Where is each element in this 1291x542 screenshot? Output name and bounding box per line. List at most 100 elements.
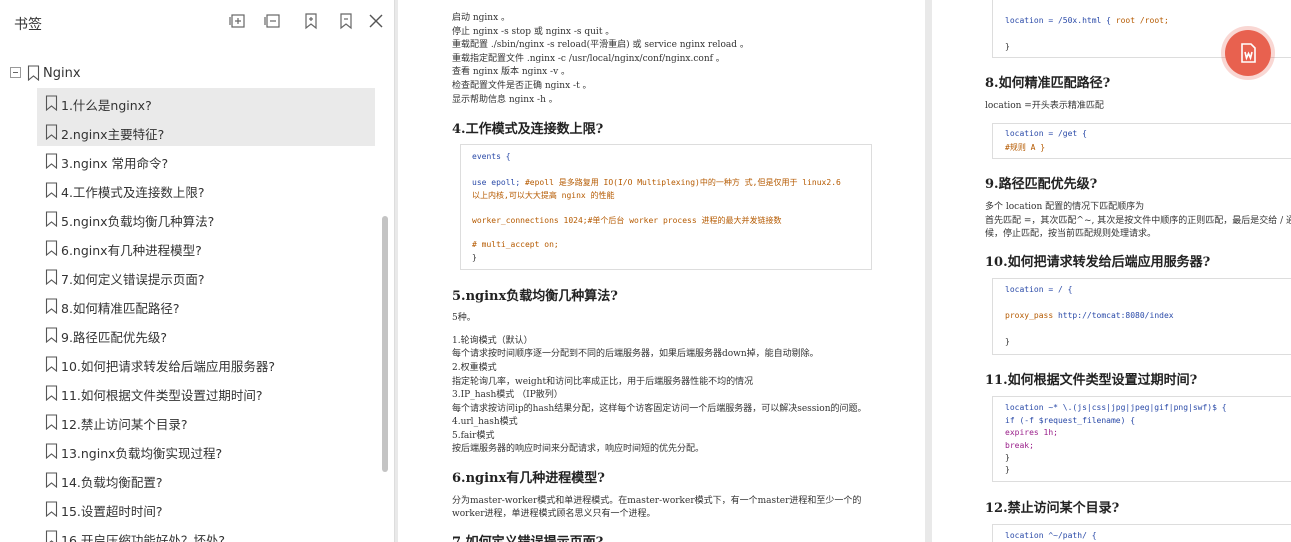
bookmark-icon bbox=[45, 153, 58, 169]
code-block: location ~* \.(js|css|jpg|jpeg|gif|png|s… bbox=[992, 396, 1291, 482]
bookmark-icon bbox=[45, 443, 58, 459]
bookmark-item-label: 9.路径匹配优先级? bbox=[61, 330, 168, 345]
code-line: proxy_pass http://tomcat:8080/index bbox=[1005, 311, 1174, 320]
section-heading: 4.工作模式及连接数上限? bbox=[452, 122, 604, 137]
text-line: 分为master-worker模式和单进程模式。在master-worker模式… bbox=[452, 496, 862, 506]
collapse-all-icon[interactable] bbox=[264, 12, 282, 30]
bookmark-item[interactable]: 7.如何定义错误提示页面? bbox=[37, 262, 375, 291]
tree-root-label: Nginx bbox=[43, 66, 81, 81]
bookmark-icon bbox=[45, 414, 58, 430]
pdf-tool-button[interactable] bbox=[1225, 30, 1271, 76]
code-line: break; bbox=[1005, 441, 1034, 450]
code-line: if (-f $request_filename) { bbox=[1005, 416, 1136, 425]
bookmark-item[interactable]: 14.负载均衡配置? bbox=[37, 465, 375, 494]
bookmark-icon bbox=[27, 65, 40, 81]
section-heading: 10.如何把请求转发给后端应用服务器? bbox=[985, 255, 1211, 270]
bookmark-item[interactable]: 11.如何根据文件类型设置过期时间? bbox=[37, 378, 375, 407]
bookmark-icon bbox=[45, 124, 58, 140]
bookmark-icon bbox=[45, 240, 58, 256]
text-line: 2.权重模式 bbox=[452, 363, 497, 373]
bookmark-icon bbox=[45, 327, 58, 343]
text-line: 3.IP_hash模式 （IP散列） bbox=[452, 390, 563, 400]
bookmark-icon bbox=[45, 472, 58, 488]
bookmark-item-label: 1.什么是nginx? bbox=[61, 98, 152, 113]
bookmark-item[interactable]: 3.nginx 常用命令? bbox=[37, 146, 375, 175]
bookmark-item[interactable]: 16.开启压缩功能好处？坏处? bbox=[37, 523, 375, 542]
code-value: root /root; bbox=[1115, 16, 1169, 25]
bookmark-item[interactable]: 1.什么是nginx? bbox=[37, 88, 375, 117]
code-block: location ^~/path/ { bbox=[992, 524, 1291, 542]
text-line: 重载指定配置文件 .nginx -c /usr/local/nginx/conf… bbox=[452, 54, 725, 64]
add-bookmark-icon[interactable] bbox=[302, 12, 320, 30]
text-line: 每个请求按访问ip的hash结果分配，这样每个访客固定访问一个后端服务器，可以解… bbox=[452, 404, 867, 414]
code-block: location = /get { #规则 A } bbox=[992, 123, 1291, 159]
bookmark-item-label: 14.负载均衡配置? bbox=[61, 475, 163, 490]
bookmark-item[interactable]: 15.设置超时时间? bbox=[37, 494, 375, 523]
text-line: worker进程，单进程模式顾名思义只有一个进程。 bbox=[452, 509, 656, 519]
scrollbar-thumb[interactable] bbox=[382, 216, 388, 472]
bookmark-icon bbox=[45, 530, 58, 542]
bookmark-item[interactable]: 10.如何把请求转发给后端应用服务器? bbox=[37, 349, 375, 378]
code-keyword: use epoll; bbox=[472, 178, 525, 187]
document-page-right: location = /50x.html { root /root; } 8.如… bbox=[932, 0, 1291, 542]
section-heading: 8.如何精准匹配路径? bbox=[985, 76, 1111, 91]
text-line: 首先匹配 =，其次匹配^~, 其次是按文件中顺序的正则匹配，最后是交给 / 通 bbox=[985, 216, 1291, 226]
text-line: 停止 nginx -s stop 或 nginx -s quit 。 bbox=[452, 27, 615, 37]
document-page-left: 启动 nginx 。 停止 nginx -s stop 或 nginx -s q… bbox=[398, 0, 925, 542]
bookmark-icon bbox=[45, 95, 58, 111]
text-line: 查看 nginx 版本 nginx -v 。 bbox=[452, 67, 571, 77]
section-heading: 11.如何根据文件类型设置过期时间? bbox=[985, 373, 1198, 388]
bookmark-item-label: 12.禁止访问某个目录? bbox=[61, 417, 188, 432]
bookmark-item-label: 6.nginx有几种进程模型? bbox=[61, 243, 202, 258]
code-line: } bbox=[1005, 337, 1010, 346]
code-block: location = / { proxy_pass http://tomcat:… bbox=[992, 278, 1291, 355]
text-line: 5.fair模式 bbox=[452, 431, 495, 441]
bookmark-icon bbox=[45, 211, 58, 227]
bookmark-item[interactable]: 13.nginx负载均衡实现过程? bbox=[37, 436, 375, 465]
code-line: location = /50x.html { root /root; bbox=[1005, 16, 1169, 25]
code-line: } bbox=[1005, 453, 1010, 462]
bookmark-item[interactable]: 12.禁止访问某个目录? bbox=[37, 407, 375, 436]
expand-all-icon[interactable] bbox=[229, 12, 247, 30]
bookmark-item-label: 10.如何把请求转发给后端应用服务器? bbox=[61, 359, 276, 374]
bookmark-icon bbox=[45, 501, 58, 517]
text-line: 指定轮询几率，weight和访问比率成正比，用于后端服务器性能不均的情况 bbox=[452, 377, 754, 387]
code-line: location ~* \.(js|css|jpg|jpeg|gif|png|s… bbox=[1005, 403, 1227, 412]
code-line: events { bbox=[472, 152, 511, 161]
bookmark-item[interactable]: 2.nginx主要特征? bbox=[37, 117, 375, 146]
bookmark-list: 1.什么是nginx? 2.nginx主要特征? 3.nginx 常用命令? 4.工作… bbox=[37, 88, 375, 542]
text-line: 重载配置 ./sbin/nginx -s reload(平滑重启) 或 serv… bbox=[452, 40, 749, 50]
code-line: location = / { bbox=[1005, 285, 1073, 294]
code-keyword: worker_connections 1024; bbox=[472, 216, 588, 225]
bookmark-item[interactable]: 4.工作模式及连接数上限? bbox=[37, 175, 375, 204]
collapse-toggle-icon[interactable] bbox=[10, 67, 21, 78]
sidebar-scrollbar[interactable] bbox=[381, 44, 389, 542]
bookmark-item[interactable]: 5.nginx负载均衡几种算法? bbox=[37, 204, 375, 233]
bookmark-item-label: 7.如何定义错误提示页面? bbox=[61, 272, 205, 287]
bookmark-item-label: 15.设置超时时间? bbox=[61, 504, 163, 519]
pdf-reader-window: 书签 Nginx 1.什么是nginx? 2.nginx主要特征? 3.ngin… bbox=[0, 0, 1291, 542]
bookmark-icon bbox=[45, 356, 58, 372]
code-comment: #epoll 是多路复用 IO(I/O Multiplexing)中的一种方 式… bbox=[524, 178, 841, 187]
text-line: 显示帮助信息 nginx -h 。 bbox=[452, 95, 558, 105]
code-line: } bbox=[1005, 42, 1010, 51]
bookmark-sidebar: 书签 Nginx 1.什么是nginx? 2.nginx主要特征? 3.ngin… bbox=[0, 0, 395, 542]
bookmark-item-label: 2.nginx主要特征? bbox=[61, 127, 165, 142]
bookmark-item-label: 11.如何根据文件类型设置过期时间? bbox=[61, 388, 263, 403]
bookmark-item[interactable]: 8.如何精准匹配路径? bbox=[37, 291, 375, 320]
text-line: 候，停止匹配，按当前匹配规则处理请求。 bbox=[985, 229, 1157, 239]
text-line: 检查配置文件是否正确 nginx -t 。 bbox=[452, 81, 592, 91]
tree-root-nginx[interactable]: Nginx bbox=[0, 62, 380, 86]
close-icon[interactable] bbox=[367, 12, 385, 30]
code-line: } bbox=[472, 253, 477, 262]
code-line: location ^~/path/ { bbox=[1005, 531, 1097, 540]
bookmark-item-label: 3.nginx 常用命令? bbox=[61, 156, 169, 171]
section-heading: 6.nginx有几种进程模型? bbox=[452, 471, 605, 486]
bookmark-icon bbox=[45, 298, 58, 314]
bookmark-icon bbox=[45, 269, 58, 285]
bookmark-icon[interactable] bbox=[337, 12, 355, 30]
code-comment: #单个后台 worker process 进程的最大并发链接数 bbox=[587, 216, 782, 225]
bookmark-item[interactable]: 6.nginx有几种进程模型? bbox=[37, 233, 375, 262]
bookmark-item[interactable]: 9.路径匹配优先级? bbox=[37, 320, 375, 349]
text-line: 多个 location 配置的情况下匹配顺序为 bbox=[985, 202, 1145, 212]
